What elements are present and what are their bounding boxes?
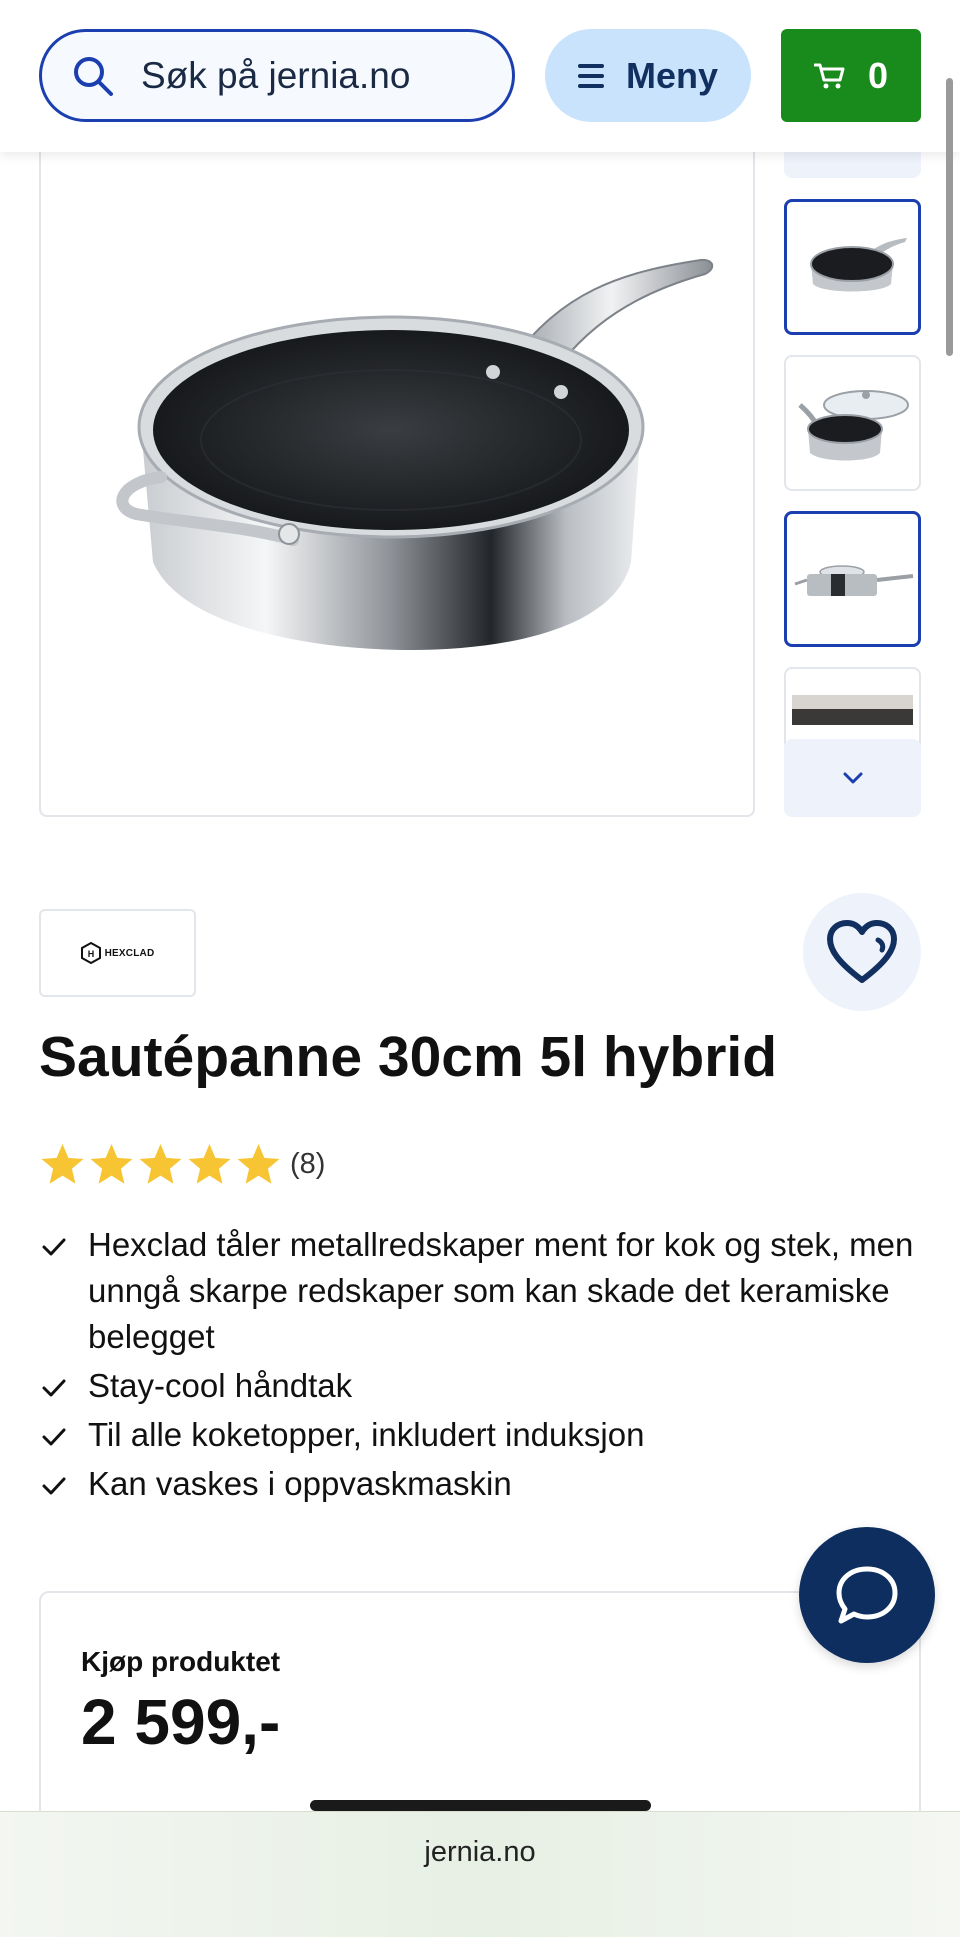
feature-item: Kan vaskes i oppvaskmaskin	[39, 1461, 919, 1507]
star-icon	[41, 1143, 84, 1184]
chevron-down-icon	[843, 772, 862, 784]
product-price: 2 599,-	[81, 1686, 281, 1758]
site-header: Søk på jernia.no Meny 0	[0, 0, 960, 152]
brand-logo[interactable]: H HEXCLAD	[39, 909, 196, 997]
svg-text:H: H	[87, 949, 94, 959]
hexclad-logo-icon: H	[80, 942, 101, 964]
feature-text: Til alle koketopper, inkludert induksjon	[88, 1416, 645, 1453]
search-input[interactable]: Søk på jernia.no	[39, 29, 515, 122]
star-icon	[139, 1143, 182, 1184]
rating-count: (8)	[290, 1148, 326, 1180]
star-icon	[90, 1143, 133, 1184]
thumbnail-pan-lid-image	[798, 390, 909, 461]
checkmark-icon	[42, 1379, 66, 1397]
cart-button[interactable]: 0	[781, 29, 921, 122]
feature-text: Stay-cool håndtak	[88, 1367, 353, 1404]
chat-button[interactable]	[799, 1527, 935, 1663]
menu-label: Meny	[625, 54, 719, 96]
feature-item: Hexclad tåler metallredskaper ment for k…	[39, 1222, 919, 1360]
thumbnails-scroll-down-button[interactable]	[784, 739, 921, 817]
product-main-image[interactable]	[39, 122, 755, 817]
checkmark-icon	[42, 1428, 66, 1446]
browser-url: jernia.no	[424, 1836, 536, 1868]
hamburger-icon	[577, 63, 604, 88]
thumbnail-pan-image	[810, 238, 907, 292]
home-indicator[interactable]	[310, 1800, 651, 1811]
favorite-button[interactable]	[803, 893, 921, 1011]
buy-product-heading: Kjøp produktet	[81, 1646, 281, 1677]
star-icon	[188, 1143, 231, 1184]
chat-bubble-icon	[836, 1566, 898, 1624]
heart-icon	[827, 920, 897, 983]
page-scrollbar[interactable]	[946, 78, 953, 356]
search-icon	[74, 56, 113, 96]
product-title: Sautépanne 30cm 5l hybrid	[39, 1025, 778, 1089]
search-placeholder: Søk på jernia.no	[141, 54, 411, 96]
feature-list: Hexclad tåler metallredskaper ment for k…	[39, 1222, 919, 1510]
checkmark-icon	[42, 1477, 66, 1495]
browser-address-bar[interactable]: jernia.no	[0, 1811, 960, 1937]
feature-item: Stay-cool håndtak	[39, 1363, 919, 1409]
feature-text: Hexclad tåler metallredskaper ment for k…	[88, 1226, 914, 1355]
thumbnail-3[interactable]	[784, 511, 921, 647]
checkmark-icon	[42, 1238, 66, 1256]
cart-icon	[813, 63, 845, 88]
thumbnail-pan-side-image	[794, 565, 914, 596]
product-rating[interactable]: (8)	[39, 1141, 325, 1188]
thumbnail-2[interactable]	[784, 355, 921, 491]
feature-item: Til alle koketopper, inkludert induksjon	[39, 1412, 919, 1458]
feature-text: Kan vaskes i oppvaskmaskin	[88, 1465, 512, 1502]
star-icon	[237, 1143, 280, 1184]
thumbnail-partial[interactable]	[784, 150, 921, 178]
cart-count: 0	[867, 54, 889, 96]
brand-name: HEXCLAD	[104, 947, 155, 959]
thumbnail-1[interactable]	[784, 199, 921, 335]
menu-button[interactable]: Meny	[545, 29, 751, 122]
saute-pan-image	[116, 258, 714, 650]
